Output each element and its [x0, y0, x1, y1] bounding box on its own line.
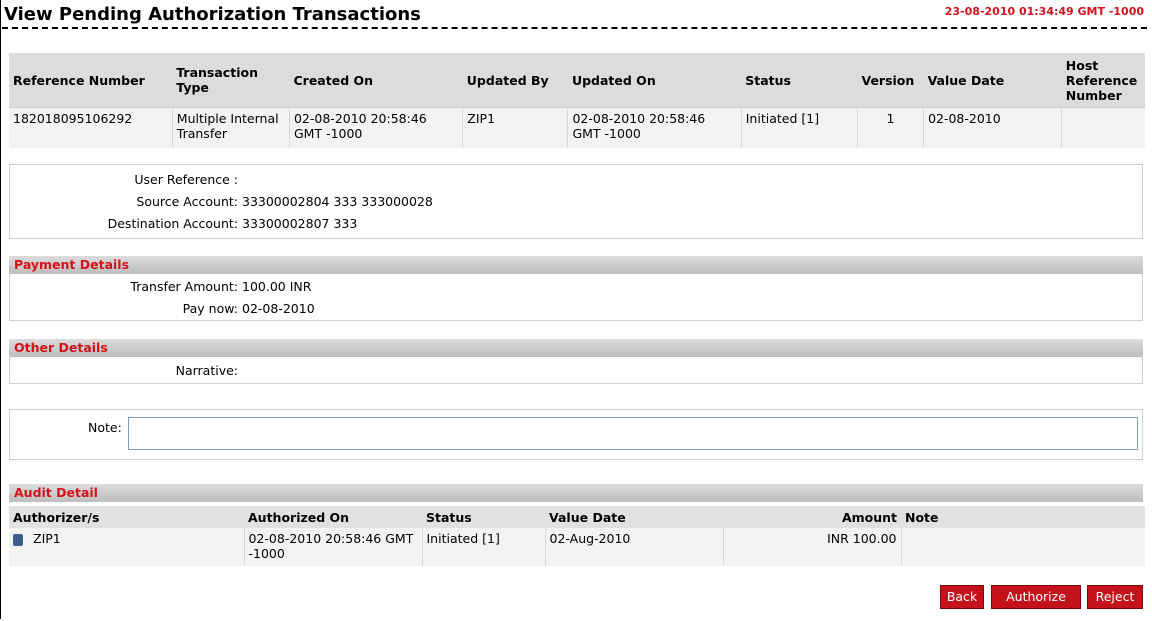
destination-account-label: Destination Account: [107, 216, 238, 231]
destination-account-value: 33300002807 333 [242, 216, 358, 231]
cell-updated-on: 02-08-2010 20:58:46 GMT -1000 [567, 107, 742, 148]
col-value-date: Value Date [923, 53, 1062, 108]
table-row: ZIP1 02-08-2010 20:58:46 GMT -1000 Initi… [9, 528, 1145, 566]
destination-account-row: Destination Account: 33300002807 333 [10, 216, 358, 231]
cell-note [901, 528, 1145, 566]
cell-audit-status: Initiated [1] [422, 528, 546, 566]
col-reference-number: Reference Number [9, 53, 173, 108]
title-divider [2, 27, 1147, 29]
other-details-heading: Other Details [9, 339, 1143, 357]
reject-button[interactable]: Reject [1087, 585, 1143, 609]
cell-host-reference-number [1061, 107, 1145, 148]
cell-authorizer: ZIP1 [9, 528, 245, 566]
col-note: Note [901, 506, 1145, 528]
payment-details-heading: Payment Details [9, 256, 1143, 274]
col-status: Status [741, 53, 858, 108]
cell-created-on: 02-08-2010 20:58:46 GMT -1000 [289, 107, 464, 148]
table-row: 182018095106292 Multiple Internal Transf… [9, 107, 1145, 148]
col-created-on: Created On [289, 53, 463, 108]
audit-detail-heading: Audit Detail [9, 484, 1143, 502]
page-title: View Pending Authorization Transactions [4, 4, 421, 25]
cell-authorized-on: 02-08-2010 20:58:46 GMT -1000 [244, 528, 423, 566]
cell-amount: INR 100.00 [723, 528, 902, 566]
audit-table: Authorizer/s Authorized On Status Value … [9, 506, 1145, 566]
col-transaction-type: Transaction Type [172, 53, 290, 108]
col-version: Version [857, 53, 924, 108]
source-account-label: Source Account: [136, 194, 238, 209]
col-host-reference-number: Host Reference Number [1061, 53, 1145, 108]
narrative-row: Narrative: [10, 363, 242, 378]
cell-audit-value-date: 02-Aug-2010 [545, 528, 724, 566]
cell-version: 1 [857, 107, 925, 148]
transaction-table: Reference Number Transaction Type Create… [9, 53, 1145, 148]
col-authorizers: Authorizer/s [9, 506, 244, 528]
cell-reference-number: 182018095106292 [9, 107, 173, 148]
col-updated-on: Updated On [567, 53, 742, 108]
note-input[interactable] [128, 417, 1138, 450]
source-account-row: Source Account: 33300002804 333 333000028 [10, 194, 433, 209]
col-audit-status: Status [422, 506, 545, 528]
transfer-amount-value: 100.00 INR [242, 279, 312, 294]
transfer-amount-row: Transfer Amount: 100.00 INR [10, 279, 311, 294]
col-audit-value-date: Value Date [545, 506, 723, 528]
authorizer-info-icon[interactable] [13, 533, 23, 546]
payment-details-box: Transfer Amount: 100.00 INR Pay now: 02-08… [9, 274, 1143, 321]
pay-now-label: Pay now: [182, 301, 238, 316]
back-button[interactable]: Back [940, 585, 984, 609]
transfer-amount-label: Transfer Amount: [130, 279, 238, 294]
cell-value-date: 02-08-2010 [923, 107, 1063, 148]
col-authorized-on: Authorized On [244, 506, 422, 528]
authorizer-name: ZIP1 [33, 531, 61, 546]
narrative-label: Narrative: [175, 363, 238, 378]
pay-now-row: Pay now: 02-08-2010 [10, 301, 315, 316]
other-details-box: Narrative: [9, 357, 1143, 384]
col-updated-by: Updated By [462, 53, 568, 108]
user-reference-row: User Reference : [10, 172, 242, 187]
authorize-button[interactable]: Authorize [991, 585, 1081, 609]
col-amount: Amount [723, 506, 901, 528]
pay-now-value: 02-08-2010 [242, 301, 315, 316]
cell-updated-by: ZIP1 [462, 107, 569, 148]
account-details-box: User Reference : Source Account: 33300002… [9, 164, 1143, 239]
source-account-value: 33300002804 333 333000028 [242, 194, 433, 209]
header-timestamp: 23-08-2010 01:34:49 GMT -1000 [944, 5, 1144, 18]
note-label: Note: [88, 420, 122, 435]
cell-status: Initiated [1] [741, 107, 858, 148]
user-reference-label: User Reference : [134, 172, 238, 187]
cell-transaction-type: Multiple Internal Transfer [172, 107, 290, 148]
